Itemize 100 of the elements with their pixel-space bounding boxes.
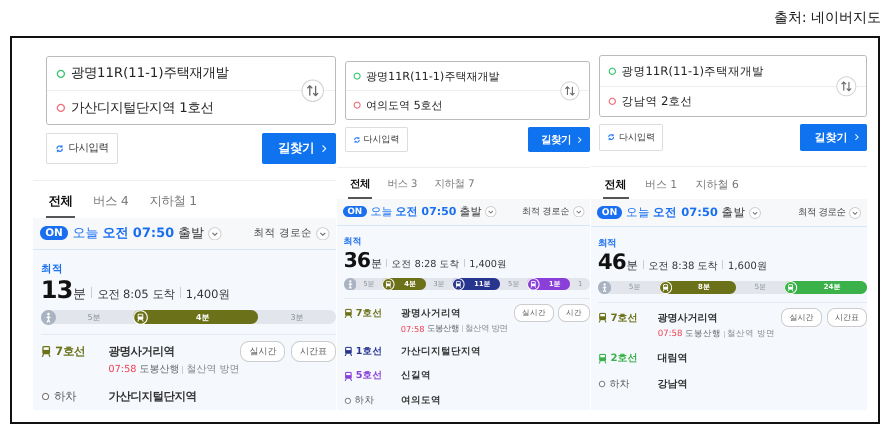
departure-time[interactable]: 오전 07:50 [653, 205, 718, 220]
arrival-time: 오전 8:05 도착 [97, 286, 174, 302]
alight-icon [598, 380, 606, 388]
station-name: 여의도역 [400, 394, 441, 408]
search-button[interactable]: 길찾기 [800, 124, 867, 151]
train-icon [658, 280, 672, 294]
duration-unit: 분 [72, 286, 86, 303]
on-badge[interactable]: ON [40, 226, 68, 240]
duration: 36 [344, 248, 370, 272]
departure-day: 오늘 [72, 224, 98, 242]
duration: 13 [40, 276, 72, 304]
train-direction: 도봉산행 [427, 323, 460, 334]
train-direction: 도봉산행 [685, 328, 722, 340]
destination-field[interactable]: 가산디지털단지역 1호선 [71, 98, 214, 117]
station-name: 광명사거리역 [400, 306, 461, 320]
tab[interactable]: 버스 1 [642, 171, 680, 200]
station-name: 대림역 [658, 352, 688, 366]
sort-dropdown[interactable]: 최적 경로순 [254, 226, 312, 240]
duration-unit: 분 [370, 256, 382, 272]
train-direction: 도봉산행 [139, 363, 180, 376]
chevron-right-icon [854, 133, 860, 142]
platform-direction: 철산역 방면 [464, 323, 508, 334]
destination-icon [56, 102, 66, 112]
subway-line-label: 7호선 [610, 312, 638, 325]
schedule-button[interactable]: 실시간 [781, 308, 822, 327]
chevron-down-icon[interactable] [748, 206, 761, 219]
tab[interactable]: 지하철 1 [146, 186, 200, 218]
train-icon [527, 278, 540, 290]
departure-time: 07:58 [108, 364, 136, 376]
train-icon [132, 310, 148, 325]
subway-line-label: 5호선 [356, 369, 382, 382]
swap-icon[interactable] [301, 78, 325, 102]
on-badge[interactable]: ON [596, 206, 622, 220]
origin-field[interactable]: 광명11R(11-1)주택재개발 [366, 68, 500, 84]
chevron-down-icon[interactable] [485, 206, 497, 218]
station-name: 광명사거리역 [108, 344, 174, 359]
walking-person-icon [344, 278, 356, 290]
route-tag: 최적 [40, 262, 336, 276]
reset-button[interactable]: 다시입력 [344, 126, 408, 152]
station-name: 가산디지털단지역 [108, 389, 196, 404]
sort-dropdown[interactable]: 최적 경로순 [522, 205, 570, 218]
on-badge[interactable]: ON [342, 206, 367, 218]
sort-dropdown[interactable]: 최적 경로순 [798, 206, 846, 220]
platform-direction: 철산역 방면 [727, 328, 775, 340]
walking-person-icon [598, 280, 612, 294]
refresh-icon [352, 136, 361, 144]
departure-time[interactable]: 오전 07:50 [102, 224, 174, 242]
route-tag: 최적 [598, 237, 867, 250]
swap-icon[interactable] [560, 80, 580, 101]
arrival-time: 오전 8:38 도착 [648, 260, 718, 274]
reset-button[interactable]: 다시입력 [46, 132, 118, 164]
origin-icon [608, 66, 617, 76]
alight-icon [40, 392, 50, 402]
search-button[interactable]: 길찾기 [262, 132, 336, 164]
tab[interactable]: 지하철 7 [432, 172, 477, 199]
station-name: 신길역 [400, 369, 431, 382]
schedule-button[interactable]: 실시간 [240, 340, 286, 362]
tab[interactable]: 버스 4 [90, 186, 132, 218]
destination-field[interactable]: 여의도역 5호선 [366, 98, 443, 113]
search-button[interactable]: 길찾기 [528, 126, 590, 152]
destination-field[interactable]: 강남역 2호선 [621, 94, 692, 109]
route-card[interactable]: 최적 13분 오전 8:05 도착 1,400원 5분 4분 3분 7호선 광명사거리역 실시간 시간표 07:58 도봉산행 철산역 방면 하차 가산디지털단지역 [33, 250, 336, 410]
origin-icon [353, 72, 362, 80]
chevron-right-icon [321, 144, 328, 153]
schedule-button[interactable]: 시간표 [290, 340, 336, 362]
reset-button[interactable]: 다시입력 [599, 124, 664, 151]
fare: 1,400원 [469, 258, 507, 272]
departure-time: 07:58 [400, 324, 425, 334]
station-name: 광명사거리역 [658, 312, 718, 325]
subway-line-label: 7호선 [55, 344, 86, 359]
origin-icon [56, 68, 66, 78]
tab[interactable]: 지하철 6 [693, 171, 741, 200]
departure-label: 출발 [460, 204, 482, 220]
tab[interactable]: 버스 3 [385, 172, 420, 199]
chevron-down-icon[interactable] [572, 206, 584, 218]
subway-line-label: 2호선 [610, 352, 638, 366]
chevron-down-icon[interactable] [208, 226, 222, 240]
origin-field[interactable]: 광명11R(11-1)주택재개발 [621, 64, 764, 79]
train-icon [382, 278, 396, 290]
subway-line-label: 7호선 [356, 306, 382, 320]
alight-icon [344, 396, 352, 405]
train-icon [452, 278, 466, 290]
destination-icon [353, 101, 362, 110]
schedule-button[interactable]: 시간표 [826, 308, 867, 327]
origin-field[interactable]: 광명11R(11-1)주택재개발 [71, 64, 229, 82]
departure-label: 출발 [178, 225, 204, 242]
station-name: 가산디지털단지역 [400, 344, 481, 358]
fare: 1,600원 [728, 260, 767, 274]
walking-person-icon [40, 310, 56, 325]
departure-time: 07:58 [658, 329, 682, 340]
segment-duration: 3분 [290, 312, 304, 323]
swap-icon[interactable] [836, 76, 857, 97]
duration: 46 [598, 250, 626, 276]
chevron-down-icon[interactable] [849, 206, 862, 219]
alight-label: 하차 [609, 378, 630, 391]
chevron-down-icon[interactable] [316, 226, 330, 240]
departure-time[interactable]: 오전 07:50 [396, 204, 456, 220]
train-icon [784, 280, 798, 294]
refresh-icon [55, 144, 65, 153]
departure-day: 오늘 [370, 204, 392, 220]
